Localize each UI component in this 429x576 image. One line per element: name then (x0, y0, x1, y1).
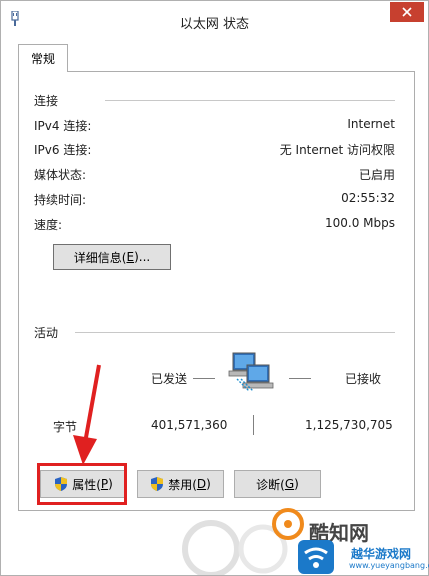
title-bar[interactable]: 以太网 状态 (1, 1, 428, 41)
disable-button[interactable]: 禁用(D) (137, 470, 224, 498)
window-title: 以太网 状态 (179, 17, 250, 32)
uac-shield-icon (55, 477, 68, 491)
bytes-divider (253, 415, 254, 435)
uac-shield-icon (151, 477, 164, 491)
close-icon (402, 7, 412, 17)
tab-general[interactable]: 常规 (18, 44, 68, 72)
ipv4-label: IPv4 连接: (34, 119, 92, 133)
speed-label: 速度: (34, 218, 63, 232)
close-button[interactable] (390, 2, 424, 22)
speed-value: 100.0 Mbps (324, 216, 395, 230)
bytes-sent-value: 401,571,360 (151, 418, 228, 432)
status-window: 以太网 状态 常规 连接 IPv4 连接: Internet IPv6 连接: … (0, 0, 429, 576)
general-panel (18, 71, 415, 511)
bytes-received-value: 1,125,730,705 (305, 418, 393, 432)
bytes-label: 字节 (53, 420, 78, 434)
connection-divider (105, 100, 395, 101)
received-dash (289, 378, 311, 379)
media-state-label: 媒体状态: (34, 168, 87, 182)
sent-dash (193, 378, 215, 379)
media-state-value: 已启用 (358, 168, 395, 182)
ipv4-value: Internet (347, 117, 395, 131)
activity-section-title: 活动 (34, 324, 59, 341)
diagnose-button[interactable]: 诊断(G) (234, 470, 321, 498)
watermark-logo-icon (272, 508, 304, 540)
watermark-site-name: 越华游戏网 (351, 547, 412, 561)
watermark-game-icon (298, 540, 334, 574)
sent-label: 已发送 (151, 372, 188, 386)
watermark-site-url: www.yueyangbang.com (349, 561, 429, 570)
duration-label: 持续时间: (34, 193, 87, 207)
received-label: 已接收 (345, 372, 382, 386)
network-computers-icon (228, 352, 274, 392)
duration-value: 02:55:32 (341, 191, 395, 205)
activity-divider (75, 332, 395, 333)
ipv6-value: 无 Internet 访问权限 (279, 143, 395, 157)
ipv6-label: IPv6 连接: (34, 143, 92, 157)
connection-section-title: 连接 (34, 92, 59, 109)
properties-button[interactable]: 属性(P) (40, 470, 127, 498)
details-button[interactable]: 详细信息(E)... (53, 244, 171, 270)
